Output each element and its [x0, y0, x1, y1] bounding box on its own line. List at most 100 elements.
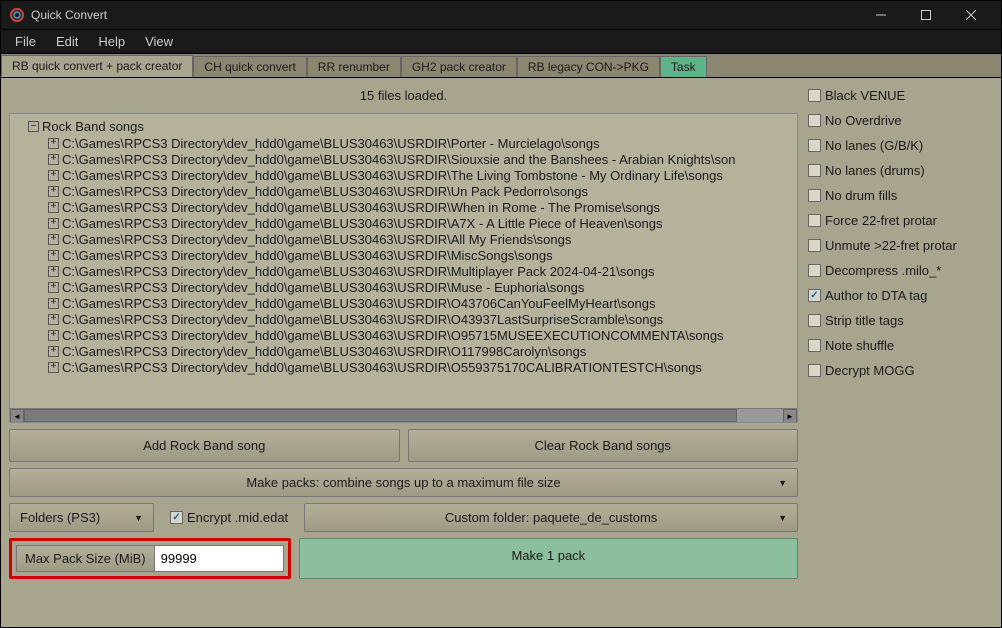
tree-item[interactable]: +C:\Games\RPCS3 Directory\dev_hdd0\game\… — [12, 295, 795, 311]
encrypt-label: Encrypt .mid.edat — [187, 510, 288, 525]
tree-item[interactable]: +C:\Games\RPCS3 Directory\dev_hdd0\game\… — [12, 327, 795, 343]
expand-icon[interactable]: + — [48, 314, 59, 325]
tree-item-path: C:\Games\RPCS3 Directory\dev_hdd0\game\B… — [62, 200, 660, 215]
chevron-down-icon: ▼ — [778, 478, 787, 488]
option-unmute-22-fret-protar[interactable]: Unmute >22-fret protar — [808, 238, 993, 253]
expand-icon[interactable]: + — [48, 298, 59, 309]
max-pack-size-group: Max Pack Size (MiB) — [9, 538, 291, 579]
expand-icon[interactable]: + — [48, 186, 59, 197]
checkbox-icon — [808, 139, 821, 152]
tree-item[interactable]: +C:\Games\RPCS3 Directory\dev_hdd0\game\… — [12, 231, 795, 247]
tree-item-path: C:\Games\RPCS3 Directory\dev_hdd0\game\B… — [62, 360, 702, 375]
encrypt-mid-edat-checkbox[interactable]: Encrypt .mid.edat — [162, 510, 296, 525]
expand-icon[interactable]: + — [48, 202, 59, 213]
expand-icon[interactable]: + — [48, 234, 59, 245]
clear-rock-band-songs-button[interactable]: Clear Rock Band songs — [408, 429, 799, 462]
expand-icon[interactable]: + — [48, 346, 59, 357]
tab-ch-quick-convert[interactable]: CH quick convert — [193, 56, 306, 77]
menu-view[interactable]: View — [135, 32, 183, 51]
option-no-lanes-drums-[interactable]: No lanes (drums) — [808, 163, 993, 178]
tree-item[interactable]: +C:\Games\RPCS3 Directory\dev_hdd0\game\… — [12, 167, 795, 183]
tree-item[interactable]: +C:\Games\RPCS3 Directory\dev_hdd0\game\… — [12, 215, 795, 231]
option-label: Decrypt MOGG — [825, 363, 915, 378]
tab-rb-quick-convert[interactable]: RB quick convert + pack creator — [1, 55, 193, 77]
tree-item[interactable]: +C:\Games\RPCS3 Directory\dev_hdd0\game\… — [12, 135, 795, 151]
checkbox-icon — [808, 214, 821, 227]
tree-item[interactable]: +C:\Games\RPCS3 Directory\dev_hdd0\game\… — [12, 183, 795, 199]
option-label: No Overdrive — [825, 113, 902, 128]
collapse-icon[interactable]: − — [28, 121, 39, 132]
option-black-venue[interactable]: Black VENUE — [808, 88, 993, 103]
checkbox-icon — [808, 89, 821, 102]
expand-icon[interactable]: + — [48, 266, 59, 277]
minimize-button[interactable] — [858, 1, 903, 29]
checkbox-icon — [808, 289, 821, 302]
expand-icon[interactable]: + — [48, 170, 59, 181]
option-label: Force 22-fret protar — [825, 213, 937, 228]
option-note-shuffle[interactable]: Note shuffle — [808, 338, 993, 353]
make-one-pack-button[interactable]: Make 1 pack — [299, 538, 798, 579]
option-force-22-fret-protar[interactable]: Force 22-fret protar — [808, 213, 993, 228]
tree-item[interactable]: +C:\Games\RPCS3 Directory\dev_hdd0\game\… — [12, 311, 795, 327]
tree-item[interactable]: +C:\Games\RPCS3 Directory\dev_hdd0\game\… — [12, 279, 795, 295]
tree-item[interactable]: +C:\Games\RPCS3 Directory\dev_hdd0\game\… — [12, 199, 795, 215]
option-no-overdrive[interactable]: No Overdrive — [808, 113, 993, 128]
option-label: Unmute >22-fret protar — [825, 238, 957, 253]
scroll-left-icon[interactable]: ◄ — [10, 409, 24, 423]
expand-icon[interactable]: + — [48, 362, 59, 373]
tree-item-path: C:\Games\RPCS3 Directory\dev_hdd0\game\B… — [62, 280, 584, 295]
folders-dropdown[interactable]: Folders (PS3) ▼ — [9, 503, 154, 532]
scroll-thumb[interactable] — [24, 409, 737, 422]
checkbox-icon — [808, 189, 821, 202]
tab-task[interactable]: Task — [660, 56, 707, 77]
horizontal-scrollbar[interactable]: ◄ ► — [10, 408, 797, 422]
option-author-to-dta-tag[interactable]: Author to DTA tag — [808, 288, 993, 303]
tree-item[interactable]: +C:\Games\RPCS3 Directory\dev_hdd0\game\… — [12, 151, 795, 167]
checkbox-icon — [808, 314, 821, 327]
option-decrypt-mogg[interactable]: Decrypt MOGG — [808, 363, 993, 378]
tree-item[interactable]: +C:\Games\RPCS3 Directory\dev_hdd0\game\… — [12, 247, 795, 263]
tree-root-label: Rock Band songs — [42, 119, 144, 134]
titlebar: Quick Convert — [0, 0, 1002, 30]
tree-item-path: C:\Games\RPCS3 Directory\dev_hdd0\game\B… — [62, 312, 663, 327]
expand-icon[interactable]: + — [48, 154, 59, 165]
option-no-lanes-g-b-k-[interactable]: No lanes (G/B/K) — [808, 138, 993, 153]
add-rock-band-song-button[interactable]: Add Rock Band song — [9, 429, 400, 462]
expand-icon[interactable]: + — [48, 138, 59, 149]
tree-item[interactable]: +C:\Games\RPCS3 Directory\dev_hdd0\game\… — [12, 343, 795, 359]
chevron-down-icon: ▼ — [134, 513, 143, 523]
close-button[interactable] — [948, 1, 993, 29]
tab-rb-legacy-con-pkg[interactable]: RB legacy CON->PKG — [517, 56, 660, 77]
song-tree[interactable]: − Rock Band songs +C:\Games\RPCS3 Direct… — [9, 113, 798, 423]
menu-edit[interactable]: Edit — [46, 32, 88, 51]
expand-icon[interactable]: + — [48, 250, 59, 261]
maximize-button[interactable] — [903, 1, 948, 29]
option-label: Note shuffle — [825, 338, 894, 353]
make-packs-dropdown[interactable]: Make packs: combine songs up to a maximu… — [9, 468, 798, 497]
scroll-right-icon[interactable]: ► — [783, 409, 797, 423]
custom-folder-dropdown[interactable]: Custom folder: paquete_de_customs ▼ — [304, 503, 798, 532]
expand-icon[interactable]: + — [48, 282, 59, 293]
expand-icon[interactable]: + — [48, 330, 59, 341]
tree-item-path: C:\Games\RPCS3 Directory\dev_hdd0\game\B… — [62, 168, 723, 183]
tree-item-path: C:\Games\RPCS3 Directory\dev_hdd0\game\B… — [62, 184, 588, 199]
tree-item[interactable]: +C:\Games\RPCS3 Directory\dev_hdd0\game\… — [12, 359, 795, 375]
max-pack-size-input[interactable] — [154, 545, 284, 572]
menu-file[interactable]: File — [5, 32, 46, 51]
option-label: Black VENUE — [825, 88, 905, 103]
option-label: Author to DTA tag — [825, 288, 927, 303]
tab-rr-renumber[interactable]: RR renumber — [307, 56, 401, 77]
tree-root[interactable]: − Rock Band songs — [12, 118, 795, 135]
option-label: No lanes (G/B/K) — [825, 138, 923, 153]
tab-gh2-pack-creator[interactable]: GH2 pack creator — [401, 56, 517, 77]
tree-item-path: C:\Games\RPCS3 Directory\dev_hdd0\game\B… — [62, 232, 571, 247]
menu-help[interactable]: Help — [88, 32, 135, 51]
option-label: Decompress .milo_* — [825, 263, 941, 278]
option-decompress-milo-[interactable]: Decompress .milo_* — [808, 263, 993, 278]
main-panel: 15 files loaded. − Rock Band songs +C:\G… — [9, 86, 798, 619]
option-no-drum-fills[interactable]: No drum fills — [808, 188, 993, 203]
option-strip-title-tags[interactable]: Strip title tags — [808, 313, 993, 328]
tree-item[interactable]: +C:\Games\RPCS3 Directory\dev_hdd0\game\… — [12, 263, 795, 279]
expand-icon[interactable]: + — [48, 218, 59, 229]
option-label: Strip title tags — [825, 313, 904, 328]
